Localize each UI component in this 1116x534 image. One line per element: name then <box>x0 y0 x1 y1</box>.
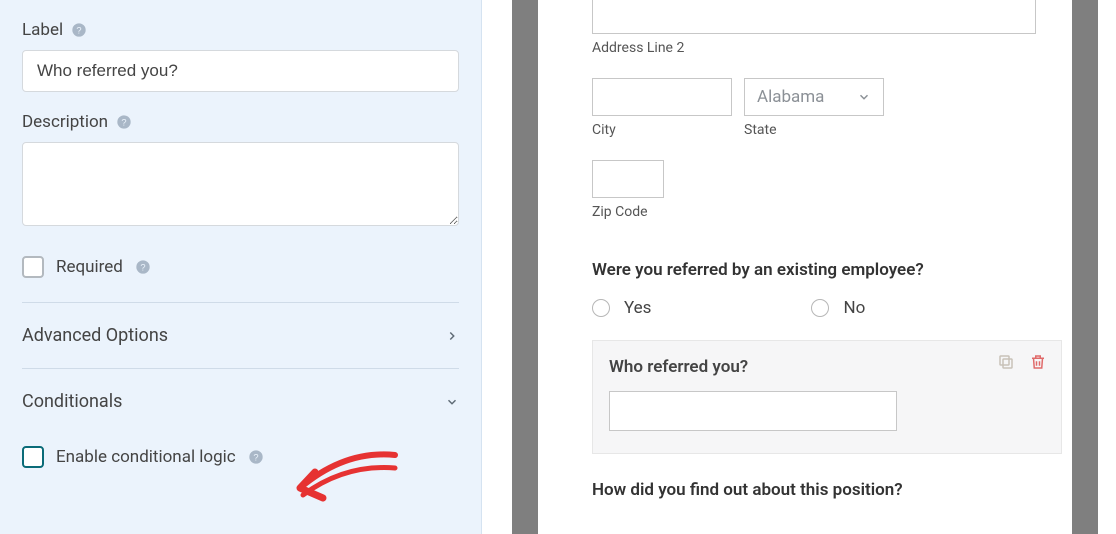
svg-text:?: ? <box>121 117 126 127</box>
who-referred-input[interactable] <box>609 391 897 431</box>
enable-conditional-row[interactable]: Enable conditional logic ? <box>22 440 459 474</box>
help-icon[interactable]: ? <box>71 22 87 38</box>
svg-text:?: ? <box>140 262 145 272</box>
help-icon[interactable]: ? <box>248 449 264 465</box>
right-divider-bar <box>1072 0 1098 534</box>
state-value: Alabama <box>757 87 824 107</box>
description-title-row: Description ? <box>22 112 459 132</box>
divider-bar <box>512 0 538 534</box>
field-options-sidebar: Label ? Description ? Required ? Advance… <box>0 0 482 534</box>
label-field-group: Label ? <box>22 20 459 92</box>
state-label: State <box>744 122 884 138</box>
advanced-options-toggle[interactable]: Advanced Options <box>22 303 459 368</box>
conditionals-toggle[interactable]: Conditionals <box>22 369 459 434</box>
gutter <box>482 0 512 534</box>
label-input[interactable] <box>22 50 459 92</box>
yes-label: Yes <box>624 298 651 318</box>
selected-field-card[interactable]: Who referred you? <box>592 340 1062 454</box>
no-label: No <box>843 298 865 318</box>
required-label: Required <box>56 257 123 277</box>
duplicate-icon[interactable] <box>997 353 1015 375</box>
trash-icon[interactable] <box>1029 353 1047 375</box>
chevron-down-icon <box>445 395 459 409</box>
address-line-2-label: Address Line 2 <box>592 40 1086 56</box>
required-checkbox[interactable] <box>22 256 44 278</box>
label-title: Label <box>22 20 63 40</box>
city-input[interactable] <box>592 78 732 116</box>
required-row[interactable]: Required ? <box>22 250 459 284</box>
form-preview: Address Line 2 City Alabama State Zip Co… <box>538 0 1086 534</box>
state-select[interactable]: Alabama <box>744 78 884 116</box>
address-line-2-input[interactable] <box>592 0 1036 34</box>
city-label: City <box>592 122 732 138</box>
enable-conditional-checkbox[interactable] <box>22 446 44 468</box>
zip-input[interactable] <box>592 160 664 198</box>
referred-question: Were you referred by an existing employe… <box>592 260 1086 280</box>
label-title-row: Label ? <box>22 20 459 40</box>
description-title: Description <box>22 112 108 132</box>
radio-icon <box>592 299 610 317</box>
zip-label: Zip Code <box>592 204 1086 220</box>
help-icon[interactable]: ? <box>116 114 132 130</box>
who-referred-title: Who referred you? <box>609 357 1045 377</box>
conditionals-label: Conditionals <box>22 391 122 412</box>
svg-text:?: ? <box>253 452 258 462</box>
description-textarea[interactable] <box>22 142 459 226</box>
radio-no[interactable]: No <box>811 298 865 318</box>
chevron-right-icon <box>445 329 459 343</box>
help-icon[interactable]: ? <box>135 259 151 275</box>
advanced-options-label: Advanced Options <box>22 325 168 346</box>
svg-text:?: ? <box>77 25 82 35</box>
description-field-group: Description ? <box>22 112 459 230</box>
chevron-down-icon <box>857 90 871 104</box>
radio-icon <box>811 299 829 317</box>
how-find-question: How did you find out about this position… <box>592 480 1086 500</box>
radio-yes[interactable]: Yes <box>592 298 651 318</box>
enable-conditional-label: Enable conditional logic <box>56 447 236 467</box>
